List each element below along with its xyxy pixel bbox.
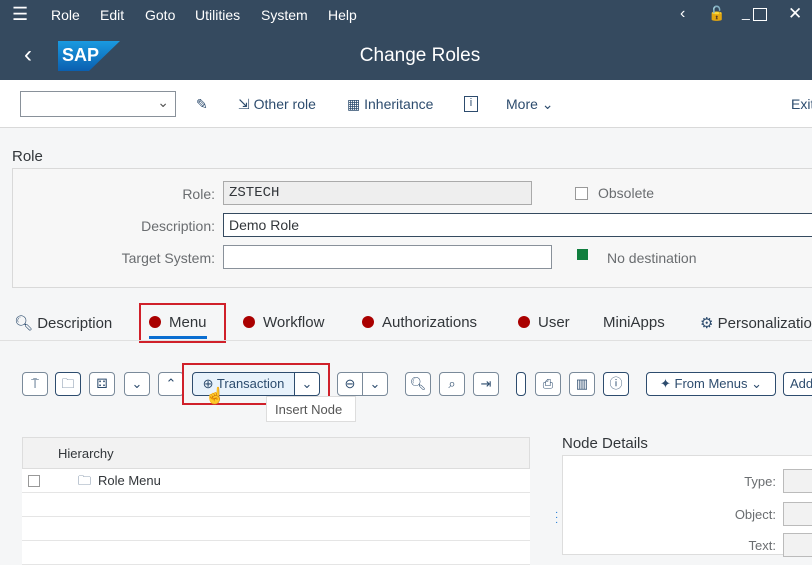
tree-row: [22, 517, 530, 541]
tab-authorizations[interactable]: Authorizations: [362, 314, 477, 331]
puzzle-button[interactable]: ⚃: [89, 372, 115, 396]
type-field: [783, 469, 812, 493]
hamburger-icon[interactable]: ☰: [12, 4, 28, 25]
tab-description[interactable]: 🔍︎ Description: [14, 314, 112, 332]
object-label: Object:: [734, 507, 776, 522]
node-details-panel: Type: Object: Text:: [562, 455, 812, 557]
destination-status: No destination: [607, 250, 697, 266]
more-button[interactable]: More ⌄: [506, 96, 554, 113]
close-icon[interactable]: ✕: [788, 4, 802, 24]
tab-personalization[interactable]: ⚙ Personalization: [700, 314, 812, 332]
target-system-label: Target System:: [121, 250, 215, 266]
role-label: Role:: [182, 186, 215, 202]
status-dot: [243, 316, 255, 328]
print-button[interactable]: ⎙: [535, 372, 561, 396]
expand-button[interactable]: ⇥: [473, 372, 499, 396]
description-label: Description:: [141, 218, 215, 234]
text-label: Text:: [748, 538, 776, 553]
inheritance-button[interactable]: ▦ Inheritance: [347, 96, 433, 113]
move-up-button[interactable]: ⌃: [158, 372, 184, 396]
status-dot: [362, 316, 374, 328]
command-dropdown[interactable]: ⌄: [20, 91, 176, 117]
folder-button[interactable]: 🗀: [55, 372, 81, 396]
remove-node-button[interactable]: ⊖: [337, 372, 363, 396]
diamond-icon: ✦: [659, 376, 671, 391]
maximize-icon[interactable]: [753, 8, 767, 21]
highlight-box: [139, 303, 226, 343]
app-toolbar: ⌄ ✎ ⇲ Other role ▦ Inheritance i More ⌄ …: [0, 80, 812, 128]
other-role-icon: ⇲: [238, 96, 250, 112]
role-field: ZSTECH: [223, 181, 532, 205]
menu-system[interactable]: System: [261, 7, 308, 23]
page-title: Change Roles: [359, 45, 481, 66]
minimize-icon[interactable]: _: [742, 4, 750, 20]
menu-utilities[interactable]: Utilities: [195, 7, 240, 23]
tab-divider: [0, 340, 812, 341]
object-field: [783, 502, 812, 526]
exit-button[interactable]: Exit: [791, 96, 812, 112]
menu-goto[interactable]: Goto: [145, 7, 175, 23]
tab-user[interactable]: User: [518, 314, 570, 331]
info-icon[interactable]: i: [464, 96, 478, 112]
tree-header: Hierarchy: [22, 437, 530, 469]
inheritance-icon: ▦: [347, 96, 361, 112]
menu-bar: ☰ Role Edit Goto Utilities System Help ‹…: [0, 0, 812, 31]
tab-workflow[interactable]: Workflow: [243, 314, 324, 331]
status-indicator: [577, 249, 588, 260]
personalization-icon: ⚙: [700, 315, 714, 332]
description-field[interactable]: Demo Role: [223, 213, 812, 237]
tree-node-label: Role Menu: [98, 473, 161, 488]
search-button[interactable]: 🔍︎: [405, 372, 431, 396]
tooltip: Insert Node: [266, 396, 356, 422]
menu-role[interactable]: Role: [51, 7, 80, 23]
splitter-handle[interactable]: · · ·: [555, 508, 558, 528]
remove-node-dropdown[interactable]: ⌄: [362, 372, 388, 396]
menu-help[interactable]: Help: [328, 7, 357, 23]
tree-row: [22, 541, 530, 565]
search-next-button[interactable]: ⌕: [439, 372, 465, 396]
hierarchy-header: Hierarchy: [58, 446, 114, 461]
row-checkbox[interactable]: [28, 475, 40, 487]
separator-button[interactable]: [516, 372, 526, 396]
tree-row: [22, 493, 530, 517]
tree-row[interactable]: 🗀 Role Menu: [22, 469, 530, 493]
lock-icon[interactable]: 🔓: [708, 5, 725, 22]
display-change-icon[interactable]: ✎: [196, 96, 208, 113]
add-button[interactable]: Add: [783, 372, 812, 396]
tab-miniapps[interactable]: MiniApps: [603, 314, 665, 331]
obsolete-label: Obsolete: [598, 185, 655, 201]
cursor-hand-icon: ☝: [205, 388, 225, 405]
folder-icon: 🗀: [78, 473, 92, 488]
magnifier-icon: 🔍︎: [14, 315, 34, 332]
obsolete-checkbox[interactable]: [575, 187, 588, 200]
status-dot: [518, 316, 530, 328]
menu-edit[interactable]: Edit: [100, 7, 124, 23]
type-label: Type:: [744, 474, 776, 489]
from-menus-button[interactable]: ✦ From Menus ⌄: [646, 372, 776, 396]
target-system-field[interactable]: [223, 245, 552, 269]
node-details-title: Node Details: [562, 435, 648, 452]
section-title: Role: [12, 148, 43, 165]
title-bar: ‹ SAP Change Roles: [0, 31, 812, 80]
move-down-button[interactable]: ⌄: [124, 372, 150, 396]
back-small-icon[interactable]: ‹: [680, 5, 685, 23]
text-field: [783, 533, 812, 557]
chart-button[interactable]: ▥: [569, 372, 595, 396]
filter-button[interactable]: ⍑: [22, 372, 48, 396]
other-role-button[interactable]: ⇲ Other role: [238, 96, 316, 113]
role-form: Role: ZSTECH Obsolete Description: Demo …: [12, 168, 812, 288]
chevron-down-icon: ⌄: [157, 94, 169, 110]
info-button[interactable]: ⓘ: [603, 372, 629, 396]
